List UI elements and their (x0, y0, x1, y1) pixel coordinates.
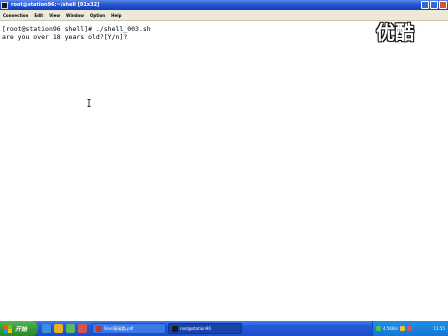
terminal-icon (172, 325, 178, 332)
quick-launch (42, 324, 87, 333)
security-icon[interactable] (400, 326, 406, 331)
menu-view[interactable]: View (49, 13, 60, 18)
terminal-area[interactable]: [root@station96 shell]# ./shell_003.sh a… (0, 21, 448, 315)
youku-watermark: 优酷 (376, 22, 415, 44)
app-icon[interactable] (78, 324, 87, 333)
close-button[interactable] (439, 1, 447, 9)
menu-option[interactable]: Option (90, 13, 105, 18)
taskbar-item-terminal[interactable]: root@station96 (168, 323, 242, 334)
windows-logo-icon (4, 324, 12, 333)
window-titlebar[interactable]: root@station96:~/shell [91x32] (0, 0, 448, 10)
window-title: root@station96:~/shell [91x32] (11, 2, 100, 8)
network-icon[interactable] (376, 326, 381, 331)
maximize-button[interactable] (430, 1, 438, 9)
window-controls (421, 1, 447, 9)
text-cursor-icon (87, 99, 91, 107)
taskbar: 开始 Shell基础篇.pdf root@station96 4.5KB/s 1… (0, 321, 448, 336)
taskbar-item-label: root@station96 (180, 326, 211, 331)
minimize-button[interactable] (421, 1, 429, 9)
folder-icon[interactable] (54, 324, 63, 333)
menu-edit[interactable]: Edit (34, 13, 43, 18)
clock[interactable]: 11:55 (433, 326, 445, 331)
start-label: 开始 (15, 326, 28, 333)
terminal-app-icon (1, 1, 8, 9)
menu-bar: Connection Edit View Window Option Help (0, 10, 448, 21)
start-button[interactable]: 开始 (0, 321, 38, 336)
media-player-icon[interactable] (66, 324, 75, 333)
taskbar-item-pdf[interactable]: Shell基础篇.pdf (92, 323, 166, 334)
taskbar-item-label: Shell基础篇.pdf (104, 325, 134, 331)
network-speed: 4.5KB/s (383, 326, 399, 331)
menu-help[interactable]: Help (111, 13, 121, 18)
pdf-icon (96, 325, 102, 332)
menu-connection[interactable]: Connection (3, 13, 28, 18)
system-tray: 4.5KB/s 11:55 (372, 321, 448, 336)
browser-icon[interactable] (42, 324, 51, 333)
terminal-line: [root@station96 shell]# ./shell_003.sh (2, 25, 151, 33)
speaker-icon[interactable] (407, 326, 413, 331)
menu-window[interactable]: Window (66, 13, 84, 18)
terminal-line: are you over 18 years old?[Y/n]? (2, 33, 128, 41)
